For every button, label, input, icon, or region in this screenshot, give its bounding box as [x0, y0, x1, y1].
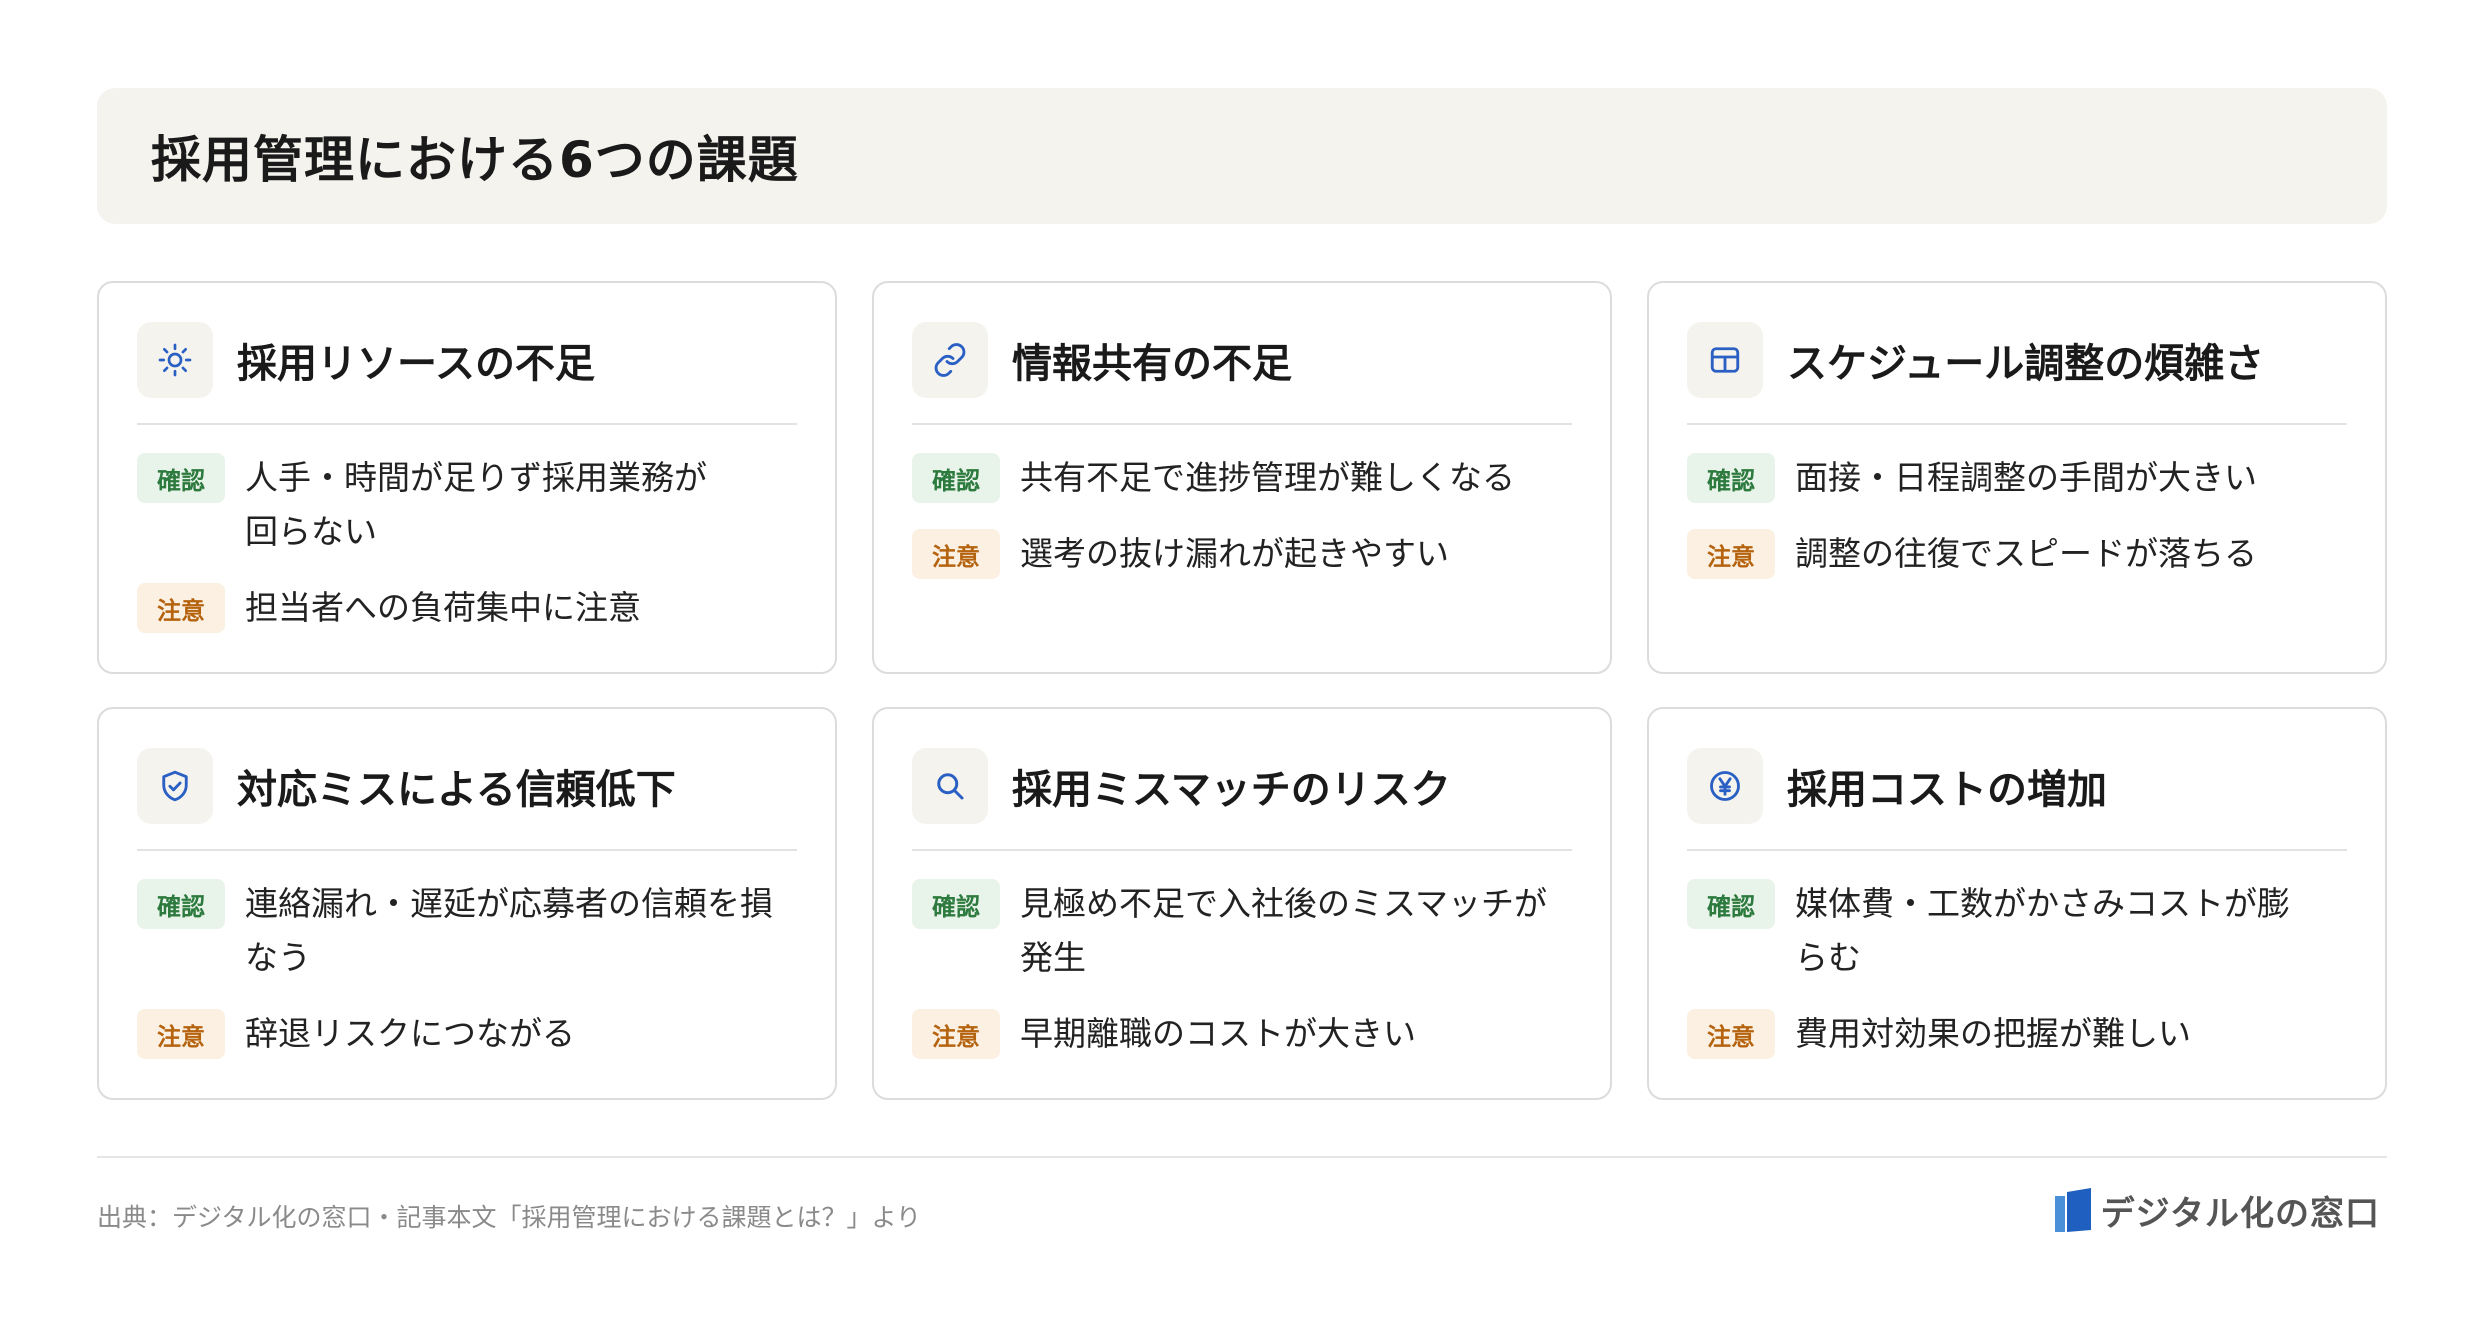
confirm-text: 見極め不足で入社後のミスマッチが発生: [1020, 884, 1548, 977]
confirm-badge: 確認: [912, 453, 1000, 503]
footer-divider: [97, 1156, 2387, 1158]
confirm-badge: 確認: [1687, 879, 1775, 929]
card-title: スケジュール調整の煩雑さ: [1787, 341, 2265, 387]
issue-card: 採用リソースの不足 確認 人手・時間が足りず採用業務が回らない 注意 担当者への…: [97, 281, 837, 674]
caution-text: 早期離職のコストが大きい: [1020, 1014, 1416, 1053]
confirm-row: 確認 面接・日程調整の手間が大きい: [1687, 453, 2347, 505]
issue-card: 対応ミスによる信頼低下 確認 連絡漏れ・遅延が応募者の信頼を損なう 注意 辞退リ…: [97, 707, 837, 1100]
brand-logo: デジタル化の窓口: [2053, 1186, 2380, 1235]
caution-text: 調整の往復でスピードが落ちる: [1795, 534, 2257, 573]
confirm-text: 人手・時間が足りず採用業務が回らない: [245, 458, 707, 551]
window-logo-icon: [2054, 1187, 2091, 1232]
caution-badge: 注意: [137, 1009, 225, 1059]
issue-card: 情報共有の不足 確認 共有不足で進捗管理が難しくなる 注意 選考の抜け漏れが起き…: [872, 281, 1612, 674]
search-icon: [912, 748, 988, 824]
caution-badge: 注意: [137, 583, 225, 633]
caution-row: 注意 調整の往復でスピードが落ちる: [1687, 529, 2347, 581]
confirm-badge: 確認: [137, 453, 225, 503]
shield-check-icon: [137, 748, 213, 824]
confirm-row: 確認 共有不足で進捗管理が難しくなる: [912, 453, 1572, 505]
caution-text: 担当者への負荷集中に注意: [245, 588, 641, 627]
caution-row: 注意 早期離職のコストが大きい: [912, 1009, 1572, 1061]
confirm-badge: 確認: [912, 879, 1000, 929]
confirm-text: 共有不足で進捗管理が難しくなる: [1020, 458, 1515, 497]
card-header: 採用コストの増加: [1687, 747, 2347, 825]
card-header: 情報共有の不足: [912, 321, 1572, 399]
caution-text: 辞退リスクにつながる: [245, 1014, 575, 1053]
divider: [1687, 849, 2347, 851]
confirm-row: 確認 連絡漏れ・遅延が応募者の信頼を損なう: [137, 879, 797, 985]
issue-grid: 採用リソースの不足 確認 人手・時間が足りず採用業務が回らない 注意 担当者への…: [97, 281, 2387, 1100]
yen-circle-icon: [1687, 748, 1763, 824]
card-title: 情報共有の不足: [1012, 341, 1292, 387]
card-title: 採用コストの増加: [1787, 767, 2107, 813]
sun-icon: [137, 322, 213, 398]
divider: [912, 849, 1572, 851]
card-header: 対応ミスによる信頼低下: [137, 747, 797, 825]
confirm-row: 確認 媒体費・工数がかさみコストが膨らむ: [1687, 879, 2347, 985]
caution-badge: 注意: [1687, 529, 1775, 579]
issue-card: 採用ミスマッチのリスク 確認 見極め不足で入社後のミスマッチが発生 注意 早期離…: [872, 707, 1612, 1100]
card-title: 採用ミスマッチのリスク: [1012, 767, 1451, 813]
card-title: 採用リソースの不足: [237, 341, 595, 387]
card-header: 採用ミスマッチのリスク: [912, 747, 1572, 825]
confirm-text: 面接・日程調整の手間が大きい: [1795, 458, 2257, 497]
confirm-text: 媒体費・工数がかさみコストが膨らむ: [1795, 884, 2290, 977]
divider: [1687, 423, 2347, 425]
confirm-row: 確認 人手・時間が足りず採用業務が回らない: [137, 453, 797, 559]
caution-text: 費用対効果の把握が難しい: [1795, 1014, 2191, 1053]
page-title: 採用管理における6つの課題: [151, 131, 799, 189]
caution-row: 注意 費用対効果の把握が難しい: [1687, 1009, 2347, 1061]
caution-text: 選考の抜け漏れが起きやすい: [1020, 534, 1449, 573]
card-header: スケジュール調整の煩雑さ: [1687, 321, 2347, 399]
divider: [137, 849, 797, 851]
issue-card: 採用コストの増加 確認 媒体費・工数がかさみコストが膨らむ 注意 費用対効果の把…: [1647, 707, 2387, 1100]
confirm-row: 確認 見極め不足で入社後のミスマッチが発生: [912, 879, 1572, 985]
divider: [912, 423, 1572, 425]
table-icon: [1687, 322, 1763, 398]
link-icon: [912, 322, 988, 398]
caution-row: 注意 辞退リスクにつながる: [137, 1009, 797, 1061]
card-header: 採用リソースの不足: [137, 321, 797, 399]
caution-badge: 注意: [1687, 1009, 1775, 1059]
confirm-text: 連絡漏れ・遅延が応募者の信頼を損なう: [245, 884, 773, 977]
confirm-badge: 確認: [1687, 453, 1775, 503]
title-banner: 採用管理における6つの課題: [97, 88, 2387, 224]
card-title: 対応ミスによる信頼低下: [237, 767, 676, 813]
caution-badge: 注意: [912, 1009, 1000, 1059]
caution-row: 注意 選考の抜け漏れが起きやすい: [912, 529, 1572, 581]
issue-card: スケジュール調整の煩雑さ 確認 面接・日程調整の手間が大きい 注意 調整の往復で…: [1647, 281, 2387, 674]
source-note: 出典：デジタル化の窓口・記事本文「採用管理における課題とは？」より: [97, 1203, 922, 1232]
caution-badge: 注意: [912, 529, 1000, 579]
caution-row: 注意 担当者への負荷集中に注意: [137, 583, 797, 635]
brand-name: デジタル化の窓口: [2100, 1194, 2380, 1234]
divider: [137, 423, 797, 425]
confirm-badge: 確認: [137, 879, 225, 929]
